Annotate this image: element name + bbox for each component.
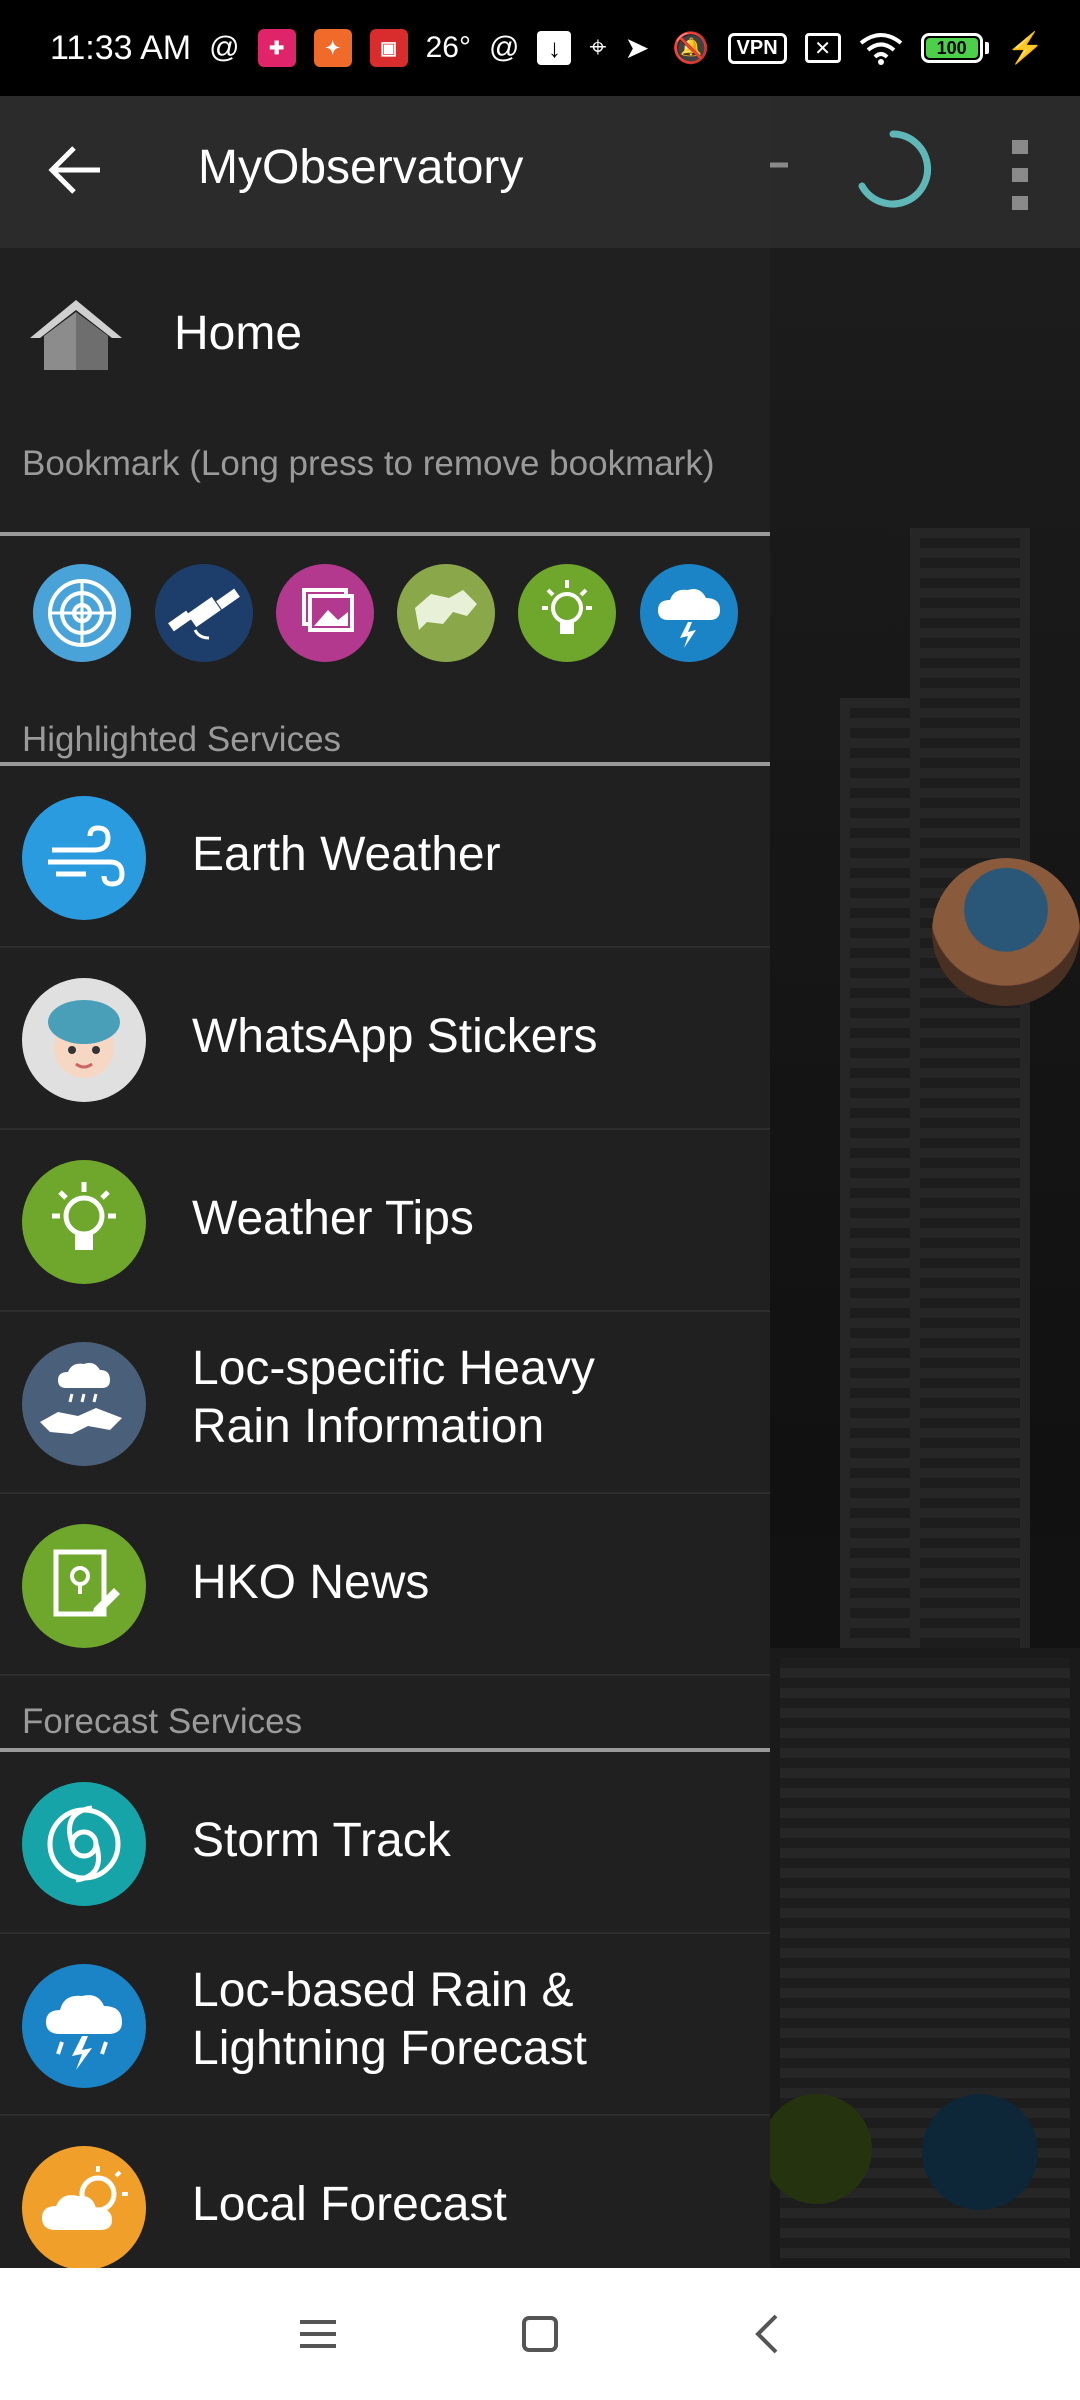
image-gallery-icon[interactable] <box>276 564 374 662</box>
list-item-label: WhatsApp Stickers <box>192 1010 598 1063</box>
list-item-label-line2: Rain Information <box>192 1400 545 1453</box>
loading-spinner-icon <box>858 130 932 208</box>
status-right: 🔕 VPN ✕ 100 ⚡ <box>672 31 1044 66</box>
more-vert-icon[interactable] <box>1006 140 1034 212</box>
system-nav-bar <box>0 2268 1080 2400</box>
list-item-storm-track[interactable]: Storm Track <box>0 1752 770 1934</box>
back-icon[interactable] <box>742 2308 794 2360</box>
status-left: 11:33 AM @ ✚ ✦ ▣ 26° @ ↓ ⌖ ➤ <box>50 29 649 68</box>
wifi-icon <box>859 31 903 65</box>
divider <box>0 532 770 536</box>
list-item-local-forecast[interactable]: Local Forecast <box>0 2116 770 2268</box>
home-label: Home <box>174 307 303 360</box>
radar-icon[interactable] <box>33 564 131 662</box>
forecast-services-header: Forecast Services <box>22 1702 303 1741</box>
news-icon <box>22 1524 146 1648</box>
rain-lightning-icon[interactable] <box>640 564 738 662</box>
back-arrow-icon[interactable] <box>46 140 106 200</box>
app-badge-icon: ▣ <box>369 29 408 67</box>
at-sign-icon: @ <box>209 31 240 64</box>
mascot-avatar <box>932 858 1080 1006</box>
bookmark-header: Bookmark (Long press to remove bookmark) <box>22 444 715 483</box>
menu-icon[interactable] <box>292 2308 344 2360</box>
list-item-label-line1: Loc-based Rain & <box>192 1964 574 2017</box>
app-title: MyObservatory <box>198 141 524 194</box>
rain-lightning-icon <box>22 1964 146 2088</box>
app-badge-icon: ✦ <box>313 29 352 67</box>
vpn-icon: VPN <box>727 32 787 64</box>
status-temperature: 26° <box>425 31 471 64</box>
hk-map-icon[interactable] <box>397 564 495 662</box>
background-cityscape <box>770 248 1080 2268</box>
list-item-weather-tips[interactable]: Weather Tips <box>0 1130 770 1312</box>
status-bar: 11:33 AM @ ✚ ✦ ▣ 26° @ ↓ ⌖ ➤ 🔕 VPN ✕ 100… <box>0 0 1080 96</box>
storm-track-icon <box>22 1782 146 1906</box>
location-icon: ⌖ <box>589 31 607 64</box>
at-sign-icon: @ <box>488 31 520 64</box>
toolbar: MyObservatory <box>0 96 770 248</box>
lightbulb-icon[interactable] <box>518 564 616 662</box>
send-icon: ➤ <box>624 31 650 65</box>
list-item-label: HKO News <box>192 1556 430 1609</box>
list-item-label: Earth Weather <box>192 828 501 881</box>
list-item-heavy-rain-info[interactable]: Loc-specific Heavy Rain Information <box>0 1312 770 1494</box>
app-badge-icon: ✚ <box>257 29 296 67</box>
list-item-label: Local Forecast <box>192 2178 507 2231</box>
heavy-rain-map-icon <box>22 1342 146 1466</box>
bookmark-row <box>0 564 770 688</box>
list-item-rain-lightning-forecast[interactable]: Loc-based Rain & Lightning Forecast <box>0 1934 770 2116</box>
sticker-boy-icon <box>22 978 146 1102</box>
highlighted-services-header: Highlighted Services <box>22 720 342 759</box>
list-item-label-line2: Lightning Forecast <box>192 2022 587 2075</box>
list-item-label: Weather Tips <box>192 1192 474 1245</box>
download-icon: ↓ <box>537 31 572 65</box>
sun-cloud-icon <box>22 2146 146 2268</box>
lightbulb-icon <box>22 1160 146 1284</box>
list-item-whatsapp-stickers[interactable]: WhatsApp Stickers <box>0 948 770 1130</box>
list-item-label-line1: Loc-specific Heavy <box>192 1342 595 1395</box>
navigation-drawer: Home Bookmark (Long press to remove book… <box>0 248 770 2268</box>
list-item-label: Storm Track <box>192 1814 451 1867</box>
close-box-icon: ✕ <box>804 33 841 63</box>
list-item-hko-news[interactable]: HKO News <box>0 1494 770 1676</box>
drawer-home-item[interactable]: Home <box>0 248 770 418</box>
battery-icon: 100 <box>920 33 989 63</box>
rain-lightning-icon <box>922 2094 1038 2210</box>
wind-icon <box>22 796 146 920</box>
list-item-earth-weather[interactable]: Earth Weather <box>0 766 770 948</box>
status-time: 11:33 AM <box>50 28 192 67</box>
home-icon <box>30 300 122 370</box>
lightbulb-icon <box>762 2094 872 2204</box>
mute-icon: 🔕 <box>672 31 710 65</box>
home-square-icon[interactable] <box>514 2308 566 2360</box>
satellite-icon[interactable] <box>155 564 253 662</box>
charging-icon: ⚡ <box>1006 31 1044 65</box>
